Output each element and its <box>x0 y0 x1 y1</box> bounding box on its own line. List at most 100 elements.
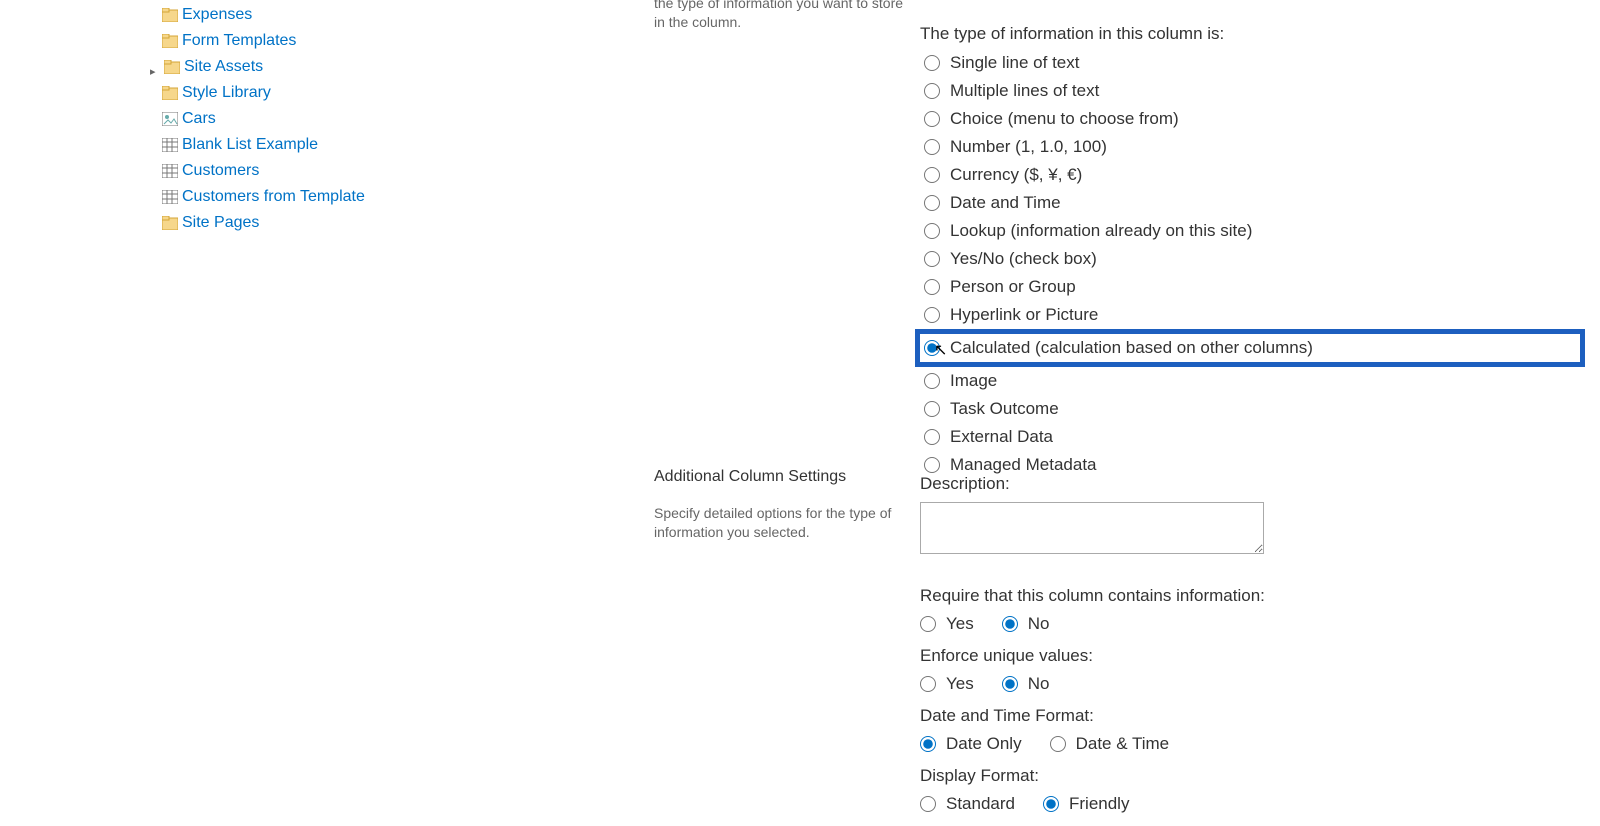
date-only-label[interactable]: Date Only <box>946 734 1022 754</box>
nav-item-label: Customers <box>182 162 259 180</box>
folder-icon <box>162 33 178 49</box>
column-type-option[interactable]: Currency ($, ¥, €) <box>920 164 1580 186</box>
require-no-label[interactable]: No <box>1028 614 1050 634</box>
column-type-option-label[interactable]: Lookup (information already on this site… <box>950 221 1252 241</box>
column-type-option-label[interactable]: Task Outcome <box>950 399 1059 419</box>
column-type-option-label[interactable]: Multiple lines of text <box>950 81 1099 101</box>
column-type-option[interactable]: Single line of text <box>920 52 1580 74</box>
column-type-option-label[interactable]: External Data <box>950 427 1053 447</box>
column-type-option[interactable]: Date and Time <box>920 192 1580 214</box>
nav-item-label: Expenses <box>182 6 252 24</box>
nav-item-label: Blank List Example <box>182 136 318 154</box>
column-type-option[interactable]: Calculated (calculation based on other c… <box>920 334 1580 362</box>
column-type-option-label[interactable]: Image <box>950 371 997 391</box>
nav-item-label: Site Assets <box>184 58 263 76</box>
column-type-radio[interactable] <box>924 429 940 445</box>
datetime-format-label: Date and Time Format: <box>920 706 1580 726</box>
column-type-radio[interactable] <box>924 457 940 473</box>
nav-item-style-library[interactable]: Style Library <box>162 80 560 106</box>
column-type-option-label[interactable]: Date and Time <box>950 193 1061 213</box>
column-type-option-label[interactable]: Choice (menu to choose from) <box>950 109 1179 129</box>
column-name-type-help: the type of information you want to stor… <box>654 0 904 32</box>
nav-item-label: Site Pages <box>182 214 259 232</box>
unique-no-radio[interactable] <box>1002 676 1018 692</box>
tree-caret-icon[interactable] <box>150 62 160 72</box>
column-type-option[interactable]: Managed Metadata <box>920 454 1580 476</box>
column-type-radio[interactable] <box>924 279 940 295</box>
column-type-option[interactable]: Image <box>920 370 1580 392</box>
unique-yes-label[interactable]: Yes <box>946 674 974 694</box>
unique-yes-radio[interactable] <box>920 676 936 692</box>
column-type-radio[interactable] <box>924 111 940 127</box>
column-type-option-label[interactable]: Number (1, 1.0, 100) <box>950 137 1107 157</box>
column-type-option[interactable]: Yes/No (check box) <box>920 248 1580 270</box>
column-type-radio[interactable] <box>924 373 940 389</box>
picture-library-icon <box>162 111 178 127</box>
column-type-radio[interactable] <box>924 340 940 356</box>
unique-no-label[interactable]: No <box>1028 674 1050 694</box>
enforce-unique-label: Enforce unique values: <box>920 646 1580 666</box>
column-type-option[interactable]: Person or Group <box>920 276 1580 298</box>
require-no-radio[interactable] <box>1002 616 1018 632</box>
column-type-option[interactable]: Hyperlink or Picture <box>920 304 1580 326</box>
require-info-label: Require that this column contains inform… <box>920 586 1580 606</box>
list-icon <box>162 163 178 179</box>
column-type-option-label[interactable]: Yes/No (check box) <box>950 249 1097 269</box>
friendly-radio[interactable] <box>1043 796 1059 812</box>
column-type-option-label[interactable]: Currency ($, ¥, €) <box>950 165 1082 185</box>
column-type-radio[interactable] <box>924 139 940 155</box>
list-icon <box>162 137 178 153</box>
column-type-option-label[interactable]: Managed Metadata <box>950 455 1097 475</box>
description-textarea[interactable] <box>920 502 1264 554</box>
nav-item-site-pages[interactable]: Site Pages <box>162 210 560 236</box>
friendly-label[interactable]: Friendly <box>1069 794 1129 814</box>
folder-icon <box>162 7 178 23</box>
require-yes-label[interactable]: Yes <box>946 614 974 634</box>
date-and-time-label[interactable]: Date & Time <box>1076 734 1170 754</box>
nav-item-blank-list-example[interactable]: Blank List Example <box>162 132 560 158</box>
additional-settings-help: Specify detailed options for the type of… <box>654 504 894 542</box>
column-type-option[interactable]: Multiple lines of text <box>920 80 1580 102</box>
column-type-option-label[interactable]: Hyperlink or Picture <box>950 305 1098 325</box>
column-type-option-label[interactable]: Person or Group <box>950 277 1076 297</box>
nav-item-customers-from-template[interactable]: Customers from Template <box>162 184 560 210</box>
column-type-option[interactable]: Lookup (information already on this site… <box>920 220 1580 242</box>
additional-settings-form: Description: Require that this column co… <box>920 474 1580 826</box>
column-type-option[interactable]: External Data <box>920 426 1580 448</box>
nav-item-form-templates[interactable]: Form Templates <box>162 28 560 54</box>
column-type-radio[interactable] <box>924 251 940 267</box>
column-type-radio[interactable] <box>924 401 940 417</box>
column-type-radio[interactable] <box>924 55 940 71</box>
column-type-radio[interactable] <box>924 83 940 99</box>
nav-item-label: Style Library <box>182 84 271 102</box>
nav-item-label: Form Templates <box>182 32 296 50</box>
display-format-label: Display Format: <box>920 766 1580 786</box>
column-type-heading: The type of information in this column i… <box>920 24 1580 44</box>
folder-icon <box>164 59 180 75</box>
column-type-option-label[interactable]: Calculated (calculation based on other c… <box>950 338 1313 358</box>
standard-label[interactable]: Standard <box>946 794 1015 814</box>
nav-item-site-assets[interactable]: Site Assets <box>150 54 560 80</box>
folder-icon <box>162 85 178 101</box>
column-type-radio[interactable] <box>924 223 940 239</box>
additional-settings-title: Additional Column Settings <box>654 468 846 486</box>
nav-item-customers[interactable]: Customers <box>162 158 560 184</box>
list-icon <box>162 189 178 205</box>
site-nav-tree: DocumentsExpensesForm TemplatesSite Asse… <box>140 0 560 236</box>
nav-item-label: Customers from Template <box>182 188 365 206</box>
require-yes-radio[interactable] <box>920 616 936 632</box>
folder-icon <box>162 215 178 231</box>
column-type-radio[interactable] <box>924 167 940 183</box>
nav-item-expenses[interactable]: Expenses <box>162 2 560 28</box>
standard-radio[interactable] <box>920 796 936 812</box>
column-type-option[interactable]: Choice (menu to choose from) <box>920 108 1580 130</box>
column-type-option[interactable]: Number (1, 1.0, 100) <box>920 136 1580 158</box>
date-and-time-radio[interactable] <box>1050 736 1066 752</box>
date-only-radio[interactable] <box>920 736 936 752</box>
column-type-option-label[interactable]: Single line of text <box>950 53 1079 73</box>
column-type-radio[interactable] <box>924 195 940 211</box>
column-type-option[interactable]: Task Outcome <box>920 398 1580 420</box>
column-type-radio[interactable] <box>924 307 940 323</box>
enforce-unique-group: Yes No <box>920 674 1580 694</box>
nav-item-cars[interactable]: Cars <box>162 106 560 132</box>
